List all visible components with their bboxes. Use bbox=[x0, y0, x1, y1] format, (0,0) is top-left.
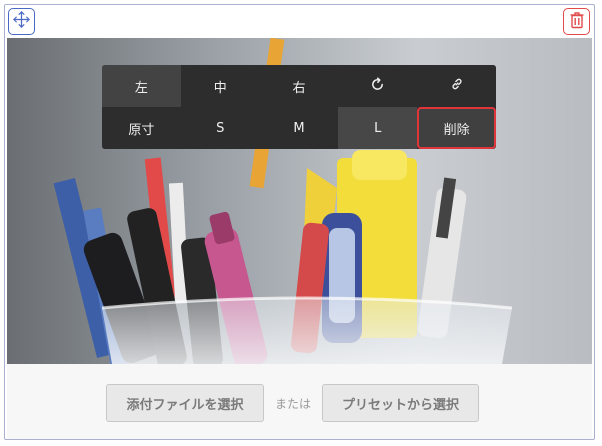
rotate-button[interactable] bbox=[338, 65, 419, 107]
delete-image-label: 削除 bbox=[443, 122, 470, 138]
link-icon bbox=[450, 77, 464, 95]
move-icon bbox=[12, 10, 31, 33]
size-l-label: L bbox=[374, 120, 382, 136]
trash-icon bbox=[569, 11, 585, 33]
align-center-label: 中 bbox=[213, 80, 227, 96]
toolbar-row-align: 左 中 右 bbox=[102, 65, 496, 107]
image-toolbar: 左 中 右 原寸 S M L 削除 bbox=[102, 65, 496, 149]
align-right-label: 右 bbox=[292, 80, 306, 96]
align-right-button[interactable]: 右 bbox=[259, 65, 340, 107]
rotate-icon bbox=[370, 76, 385, 96]
size-original-button[interactable]: 原寸 bbox=[102, 107, 182, 149]
align-center-button[interactable]: 中 bbox=[180, 65, 261, 107]
delete-block-button[interactable] bbox=[563, 8, 590, 35]
link-button[interactable] bbox=[417, 65, 496, 107]
delete-image-button[interactable]: 削除 bbox=[417, 107, 496, 149]
toolbar-row-size: 原寸 S M L 削除 bbox=[102, 107, 496, 149]
align-left-button[interactable]: 左 bbox=[102, 65, 182, 107]
size-s-label: S bbox=[216, 120, 225, 136]
align-left-label: 左 bbox=[134, 80, 148, 96]
or-separator-text: または bbox=[274, 396, 311, 411]
select-preset-button[interactable]: プリセットから選択 bbox=[322, 384, 479, 422]
size-l-button[interactable]: L bbox=[338, 107, 418, 149]
size-m-label: M bbox=[293, 120, 305, 136]
size-s-button[interactable]: S bbox=[180, 107, 261, 149]
select-attachment-button[interactable]: 添付ファイルを選択 bbox=[106, 384, 264, 422]
size-m-button[interactable]: M bbox=[259, 107, 340, 149]
size-original-label: 原寸 bbox=[128, 122, 155, 138]
move-handle-button[interactable] bbox=[8, 8, 35, 35]
